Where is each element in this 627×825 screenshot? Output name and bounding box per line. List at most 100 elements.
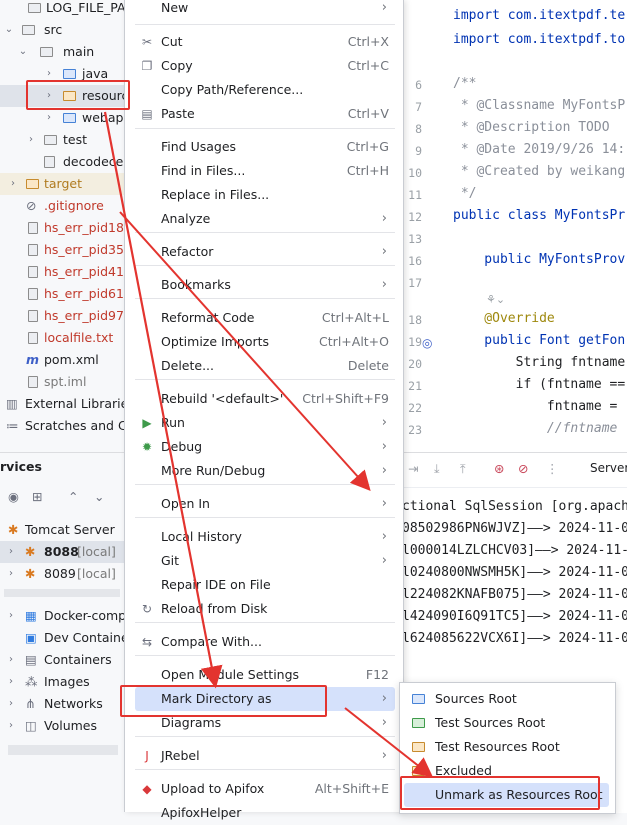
- chevron-right-icon: ›: [381, 496, 387, 511]
- menu-item-label: Replace in Files...: [161, 187, 270, 202]
- add-service-icon[interactable]: ⊞: [32, 489, 42, 504]
- menu-item-bookmarks[interactable]: Bookmarks ›: [135, 273, 395, 297]
- tree-item-gitignore[interactable]: ⊘ .gitignore: [0, 195, 130, 217]
- code-line: public MyFontsProv: [453, 252, 626, 267]
- service-networks[interactable]: › ⋔ Networks: [0, 693, 130, 715]
- chevron-right-icon[interactable]: ›: [6, 563, 16, 585]
- chevron-right-icon[interactable]: ›: [6, 715, 16, 737]
- menu-item-cut[interactable]: ✂ Cut Ctrl+X: [135, 30, 395, 54]
- tree-item-external-libraries[interactable]: ▥ External Libraries: [0, 393, 130, 415]
- menu-item-more-run-debug[interactable]: More Run/Debug ›: [135, 459, 395, 483]
- scroll-down-icon[interactable]: ⤓: [434, 461, 440, 477]
- tree-item-src[interactable]: ⌄ src: [0, 19, 130, 41]
- code-editor[interactable]: import com.itextpdf.te import com.itextpd…: [402, 0, 627, 452]
- line-number: 18: [408, 313, 422, 327]
- menu-item-repair-ide-on-file[interactable]: Repair IDE on File: [135, 573, 395, 597]
- menu-item-new[interactable]: New ›: [135, 0, 395, 20]
- rerun-icon[interactable]: ⊛: [494, 461, 504, 476]
- submenu-test-resources-root[interactable]: Test Resources Root: [404, 735, 609, 759]
- menu-item-git[interactable]: Git ›: [135, 549, 395, 573]
- menu-item-apifoxhelper[interactable]: ApifoxHelper: [135, 801, 395, 825]
- menu-item-paste[interactable]: ▤ Paste Ctrl+V: [135, 102, 395, 126]
- chevron-right-icon[interactable]: ›: [44, 107, 54, 129]
- tree-item-scratches[interactable]: ≔ Scratches and Co: [0, 415, 130, 437]
- menu-item-analyze[interactable]: Analyze ›: [135, 207, 395, 231]
- console-line: l0240800NWSMH5K]——> 2024-11-0: [402, 565, 627, 580]
- service-images[interactable]: › ⁂ Images: [0, 671, 130, 693]
- menu-item-copy[interactable]: ❐ Copy Ctrl+C: [135, 54, 395, 78]
- submenu-test-sources-root[interactable]: Test Sources Root: [404, 711, 609, 735]
- tree-item-localfile[interactable]: localfile.txt: [0, 327, 130, 349]
- chevron-right-icon[interactable]: ›: [6, 605, 16, 627]
- collapse-all-icon[interactable]: ⌄: [94, 489, 104, 504]
- eye-icon[interactable]: ◉: [8, 489, 19, 504]
- menu-item-rebuild-default[interactable]: Rebuild '<default>' Ctrl+Shift+F9: [135, 387, 395, 411]
- tree-item-log-file-path[interactable]: LOG_FILE_PAT: [0, 0, 130, 19]
- expand-all-icon[interactable]: ⌃: [68, 489, 78, 504]
- tree-item-main[interactable]: ⌄ main: [0, 41, 130, 63]
- submenu-sources-root[interactable]: Sources Root: [404, 687, 609, 711]
- menu-item-find-in-files[interactable]: Find in Files... Ctrl+H: [135, 159, 395, 183]
- service-8088[interactable]: › ✱ 8088 [local]: [0, 541, 130, 563]
- tree-item-target[interactable]: › target: [0, 173, 130, 195]
- menu-item-reformat-code[interactable]: Reformat Code Ctrl+Alt+L: [135, 306, 395, 330]
- menu-item-upload-to-apifox[interactable]: ◆ Upload to Apifox Alt+Shift+E: [135, 777, 395, 801]
- tree-item-spt-iml[interactable]: spt.iml: [0, 371, 130, 393]
- chevron-down-icon[interactable]: ⌄: [4, 19, 14, 41]
- clear-icon[interactable]: ⊘: [518, 461, 528, 476]
- menu-item-label: Run: [161, 415, 185, 430]
- tree-item-hs-err-3[interactable]: hs_err_pid413: [0, 261, 130, 283]
- chevron-right-icon[interactable]: ›: [26, 129, 36, 151]
- scroll-up-icon[interactable]: ⤒: [460, 461, 466, 477]
- wrap-icon[interactable]: ⇥: [408, 461, 418, 476]
- menu-item-run[interactable]: ▶ Run ›: [135, 411, 395, 435]
- service-8089[interactable]: › ✱ 8089 [local]: [0, 563, 130, 585]
- line-number: 16: [408, 254, 422, 268]
- chevron-right-icon[interactable]: ›: [6, 649, 16, 671]
- menu-item-delete[interactable]: Delete... Delete: [135, 354, 395, 378]
- tree-item-pom[interactable]: m pom.xml: [0, 349, 130, 371]
- menu-item-reload-from-disk[interactable]: ↻ Reload from Disk: [135, 597, 395, 621]
- menu-item-open-in[interactable]: Open In ›: [135, 492, 395, 516]
- menu-item-copy-path-reference[interactable]: Copy Path/Reference...: [135, 78, 395, 102]
- menu-item-jrebel[interactable]: J JRebel ›: [135, 744, 395, 768]
- menu-item-compare-with[interactable]: ⇆ Compare With...: [135, 630, 395, 654]
- tree-item-decodecer[interactable]: decodecer: [0, 151, 130, 173]
- service-dev-containers[interactable]: ▣ Dev Container: [0, 627, 130, 649]
- menu-item-shortcut: Ctrl+C: [347, 58, 389, 73]
- menu-item-debug[interactable]: ✹ Debug ›: [135, 435, 395, 459]
- menu-item-local-history[interactable]: Local History ›: [135, 525, 395, 549]
- menu-item-replace-in-files[interactable]: Replace in Files...: [135, 183, 395, 207]
- menu-item-refactor[interactable]: Refactor ›: [135, 240, 395, 264]
- source-folder-icon: [63, 69, 76, 79]
- tree-item-hs-err-2[interactable]: hs_err_pid351: [0, 239, 130, 261]
- menu-item-label: Git: [161, 553, 180, 568]
- code-line: import com.itextpdf.to: [453, 32, 626, 47]
- menu-separator: [135, 24, 395, 25]
- excluded-folder-icon: [412, 766, 425, 776]
- menu-item-optimize-imports[interactable]: Optimize Imports Ctrl+Alt+O: [135, 330, 395, 354]
- chevron-down-icon[interactable]: ⌄: [18, 41, 28, 63]
- tree-item-hs-err-5[interactable]: hs_err_pid975: [0, 305, 130, 327]
- tree-item-hs-err-4[interactable]: hs_err_pid618: [0, 283, 130, 305]
- service-volumes[interactable]: › ◫ Volumes: [0, 715, 130, 737]
- service-containers[interactable]: › ▤ Containers: [0, 649, 130, 671]
- chevron-right-icon: ›: [381, 415, 387, 430]
- menu-item-shortcut: Delete: [347, 358, 389, 373]
- override-gutter-icon[interactable]: ◎: [422, 336, 432, 350]
- service-tomcat[interactable]: ✱ Tomcat Server: [0, 519, 130, 541]
- tree-item-hs-err-1[interactable]: hs_err_pid188: [0, 217, 130, 239]
- tree-item-webapp[interactable]: › webapp: [0, 107, 130, 129]
- chevron-right-icon[interactable]: ›: [6, 693, 16, 715]
- tree-item-test[interactable]: › test: [0, 129, 130, 151]
- menu-item-find-usages[interactable]: Find Usages Ctrl+G: [135, 135, 395, 159]
- line-number: 20: [408, 357, 422, 371]
- chevron-right-icon[interactable]: ›: [6, 541, 16, 563]
- menu-item-open-module-settings[interactable]: Open Module Settings F12: [135, 663, 395, 687]
- server-tab[interactable]: Server: [590, 461, 627, 475]
- service-docker-compose[interactable]: › ▦ Docker-comp: [0, 605, 130, 627]
- chevron-right-icon[interactable]: ›: [8, 173, 18, 195]
- chevron-right-icon[interactable]: ›: [6, 671, 16, 693]
- more-icon[interactable]: ⋮: [546, 461, 559, 476]
- menu-separator: [135, 298, 395, 299]
